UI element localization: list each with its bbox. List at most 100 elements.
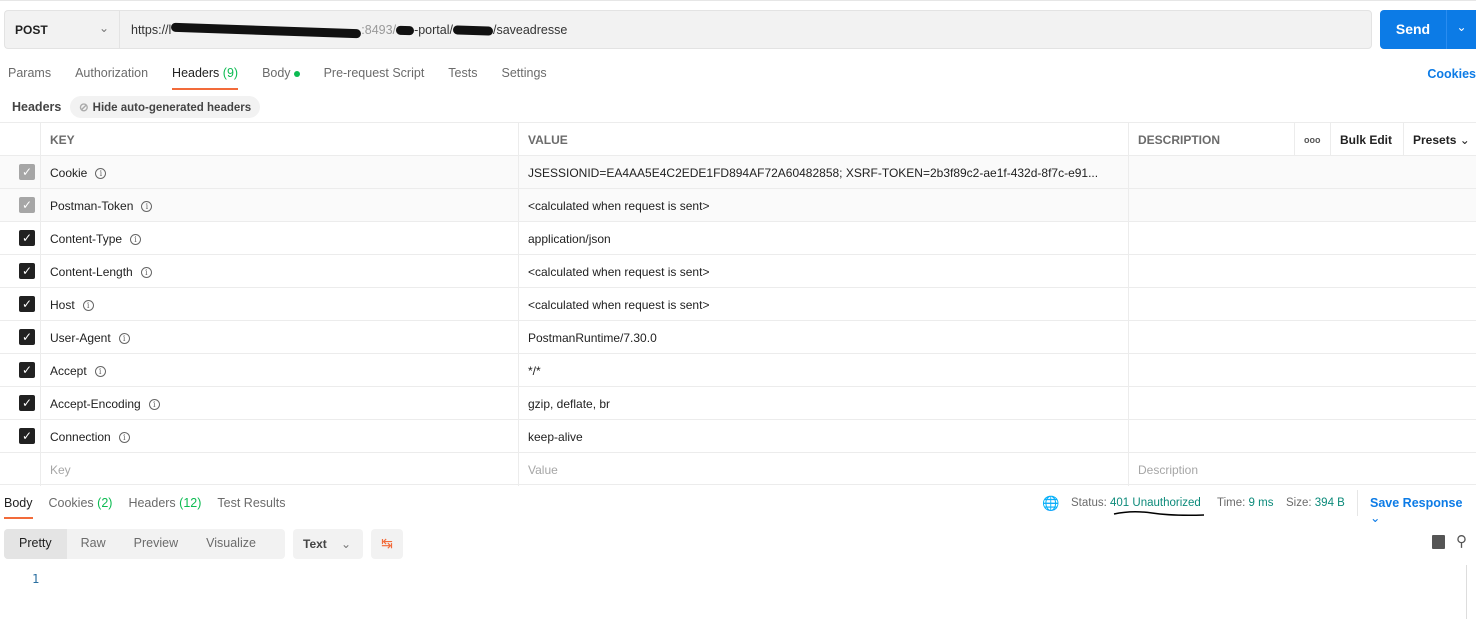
response-tab-body[interactable]: Body	[4, 496, 33, 519]
format-value: Text	[303, 537, 327, 551]
response-tab-cookies[interactable]: Cookies (2)	[49, 496, 113, 519]
globe-lock-icon[interactable]: 🌐	[1042, 495, 1059, 512]
header-enabled-checkbox[interactable]: ✓	[19, 428, 35, 444]
description-cell[interactable]	[1128, 288, 1476, 321]
save-response-button[interactable]: Save Response ⌄	[1370, 496, 1476, 525]
header-enabled-checkbox[interactable]: ✓	[19, 230, 35, 246]
view-preview[interactable]: Preview	[120, 529, 192, 559]
wrap-lines-icon[interactable]: ↹	[371, 529, 403, 559]
scrollbar[interactable]	[1466, 565, 1467, 619]
tab-count: (12)	[179, 496, 202, 510]
key-cell[interactable]: Postman-Token i	[40, 189, 518, 222]
header-enabled-checkbox[interactable]: ✓	[19, 329, 35, 345]
header-enabled-checkbox[interactable]: ✓	[19, 395, 35, 411]
method-select[interactable]: POST ⌄	[4, 10, 119, 49]
info-icon[interactable]: i	[148, 399, 160, 410]
view-visualize[interactable]: Visualize	[192, 529, 270, 559]
tab-tests[interactable]: Tests	[448, 66, 477, 90]
presets-dropdown[interactable]: Presets ⌄	[1403, 123, 1476, 156]
hide-auto-headers-button[interactable]: ⊘ Hide auto-generated headers	[70, 96, 261, 118]
key-cell[interactable]: Cookie i	[40, 156, 518, 189]
header-enabled-checkbox[interactable]: ✓	[19, 296, 35, 312]
description-cell[interactable]	[1128, 156, 1476, 189]
info-icon[interactable]: i	[94, 366, 106, 377]
value-cell[interactable]: <calculated when request is sent>	[518, 255, 1128, 288]
key-cell[interactable]: User-Agent i	[40, 321, 518, 354]
description-input[interactable]: Description	[1128, 453, 1476, 486]
tab-params[interactable]: Params	[8, 66, 51, 90]
search-icon[interactable]: ⚲	[1456, 532, 1467, 550]
description-cell[interactable]	[1128, 354, 1476, 387]
info-icon[interactable]: i	[130, 234, 142, 245]
value-cell[interactable]: gzip, deflate, br	[518, 387, 1128, 420]
description-cell[interactable]	[1128, 189, 1476, 222]
value-cell[interactable]: PostmanRuntime/7.30.0	[518, 321, 1128, 354]
view-pretty[interactable]: Pretty	[4, 529, 67, 559]
view-raw[interactable]: Raw	[67, 529, 120, 559]
more-options-button[interactable]: ooo	[1294, 123, 1330, 156]
table-header-row: KEY VALUE DESCRIPTION ooo Bulk Edit Pres…	[0, 122, 1476, 156]
eye-slash-icon: ⊘	[79, 102, 89, 114]
header-enabled-checkbox[interactable]: ✓	[19, 197, 35, 213]
checkbox-column-header	[0, 123, 40, 156]
table-row: ✓ Content-Type i application/json	[0, 221, 1476, 255]
description-cell[interactable]	[1128, 222, 1476, 255]
format-select[interactable]: Text ⌄	[293, 529, 363, 559]
description-cell[interactable]	[1128, 321, 1476, 354]
tab-label: Test Results	[217, 496, 286, 510]
key-cell[interactable]: Accept i	[40, 354, 518, 387]
tab-label: Headers	[128, 496, 176, 510]
header-enabled-checkbox[interactable]: ✓	[19, 362, 35, 378]
description-cell[interactable]	[1128, 420, 1476, 453]
value-cell[interactable]: */*	[518, 354, 1128, 387]
value-input[interactable]: Value	[518, 453, 1128, 486]
key-cell[interactable]: Content-Type i	[40, 222, 518, 255]
response-tab-test-results[interactable]: Test Results	[217, 496, 285, 519]
key-cell[interactable]: Host i	[40, 288, 518, 321]
send-options-chevron-icon[interactable]: ⌄	[1446, 10, 1476, 49]
description-cell[interactable]	[1128, 255, 1476, 288]
key-input[interactable]: Key	[40, 453, 518, 486]
info-icon[interactable]: i	[82, 300, 94, 311]
value-cell[interactable]: <calculated when request is sent>	[518, 288, 1128, 321]
value-cell[interactable]: keep-alive	[518, 420, 1128, 453]
response-tab-headers[interactable]: Headers (12)	[128, 496, 201, 519]
info-icon[interactable]: i	[118, 432, 130, 443]
send-button[interactable]: Send ⌄	[1380, 10, 1476, 49]
info-icon[interactable]: i	[95, 168, 107, 179]
tab-body[interactable]: Body	[262, 66, 300, 90]
header-enabled-checkbox[interactable]: ✓	[19, 164, 35, 180]
value-cell[interactable]: application/json	[518, 222, 1128, 255]
checkbox-cell: ✓	[0, 255, 40, 288]
chevron-down-icon: ⌄	[340, 537, 351, 551]
bulk-edit-button[interactable]: Bulk Edit	[1330, 123, 1403, 156]
tab-label: Headers	[172, 66, 220, 80]
underline-scribble	[1113, 510, 1205, 516]
tab-settings[interactable]: Settings	[501, 66, 546, 90]
checkbox-cell	[0, 453, 40, 486]
tab-count: (2)	[97, 496, 113, 510]
tab-pre-request-script[interactable]: Pre-request Script	[324, 66, 425, 90]
request-tabs: Params Authorization Headers (9) Body Pre-re…	[8, 66, 571, 90]
copy-icon[interactable]	[1432, 535, 1445, 549]
info-icon[interactable]: i	[118, 333, 130, 344]
tab-headers[interactable]: Headers (9)	[172, 66, 239, 90]
value-cell[interactable]: <calculated when request is sent>	[518, 189, 1128, 222]
header-enabled-checkbox[interactable]: ✓	[19, 263, 35, 279]
url-input[interactable]: https://l:8493/ -portal/ /saveadresse	[119, 10, 1372, 49]
value-column-header: VALUE	[518, 123, 1128, 156]
status-value[interactable]: 401 Unauthorized	[1110, 497, 1201, 509]
redaction-scribble	[171, 22, 362, 39]
cookies-link[interactable]: Cookies	[1427, 67, 1476, 81]
header-key: Content-Length	[50, 265, 133, 279]
info-icon[interactable]: i	[140, 267, 152, 278]
size-label: Size:	[1286, 497, 1312, 509]
tab-authorization[interactable]: Authorization	[75, 66, 148, 90]
key-cell[interactable]: Connection i	[40, 420, 518, 453]
key-cell[interactable]: Content-Length i	[40, 255, 518, 288]
status-readout: Status: 401 Unauthorized	[1071, 497, 1201, 509]
info-icon[interactable]: i	[141, 201, 153, 212]
value-cell[interactable]: JSESSIONID=EA4AA5E4C2EDE1FD894AF72A60482…	[518, 156, 1128, 189]
key-cell[interactable]: Accept-Encoding i	[40, 387, 518, 420]
description-cell[interactable]	[1128, 387, 1476, 420]
